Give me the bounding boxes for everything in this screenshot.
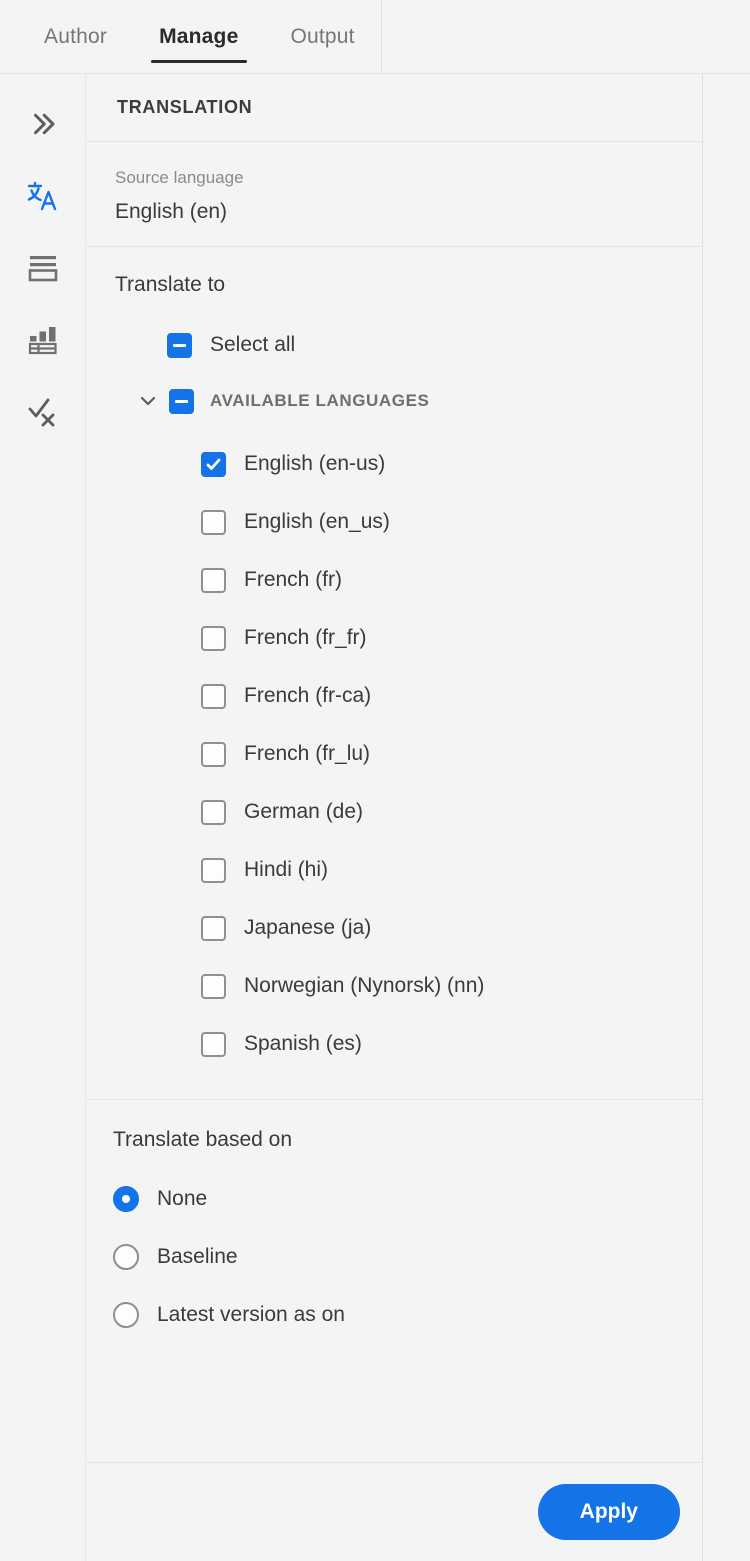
language-checkbox[interactable] [201,567,226,593]
available-languages-label: AVAILABLE LANGUAGES [210,391,430,410]
language-list: English (en-us) English (en_us) French (fr… [115,435,672,1073]
radio-label: None [157,1187,208,1210]
sidebar-item-conditions[interactable] [15,240,71,296]
tab-output[interactable]: Output [264,0,380,73]
check-x-icon [26,395,60,429]
language-label: English (en-us) [244,452,386,475]
language-label: Norwegian (Nynorsk) (nn) [244,974,485,997]
tab-manage-label: Manage [159,24,239,48]
translate-based-on-options: None Baseline Latest version as on [113,1170,672,1344]
language-checkbox[interactable] [201,973,226,999]
available-languages-checkbox[interactable] [169,388,194,414]
bar-chart-table-icon [26,323,60,357]
panel-header: TRANSLATION [87,74,702,142]
source-language-section: Source language English (en) [87,142,702,247]
sidebar-item-translation[interactable] [15,168,71,224]
language-label: French (fr) [244,568,343,591]
translate-based-on-label: Translate based on [113,1128,293,1151]
translate-to-label: Translate to [115,273,226,296]
panel-outside-area [704,74,750,1561]
tab-author-label: Author [44,24,108,48]
expand-panel-button[interactable] [15,96,71,152]
translate-based-on-option[interactable]: None [113,1170,672,1228]
left-rail [0,74,86,1561]
list-box-icon [26,251,60,285]
language-label: Japanese (ja) [244,916,372,939]
panel-footer: Apply [87,1463,702,1561]
radio-label: Baseline [157,1245,238,1268]
language-checkbox[interactable] [201,451,226,477]
select-all-checkbox[interactable] [167,332,192,358]
language-checkbox[interactable] [201,915,226,941]
chevron-down-icon[interactable] [135,388,161,414]
translate-to-section: Translate to Select all AVAILABLE LANGUA… [87,247,702,1100]
tab-author[interactable]: Author [0,0,133,73]
apply-button[interactable]: Apply [537,1484,680,1540]
language-row[interactable]: English (en-us) [115,435,672,493]
language-label: French (fr_lu) [244,742,371,765]
select-all-label: Select all [210,333,296,356]
language-row[interactable]: French (fr-ca) [115,667,672,725]
source-language-value: English (en) [115,200,228,223]
tab-bar-filler [382,0,750,73]
language-checkbox[interactable] [201,683,226,709]
radio-button[interactable] [113,1302,139,1328]
tab-group: Author Manage Output [0,0,382,73]
language-row[interactable]: French (fr) [115,551,672,609]
sidebar-item-review[interactable] [15,384,71,440]
source-language-label: Source language [115,168,244,187]
indeterminate-dash-icon [173,343,186,347]
language-label: French (fr_fr) [244,626,367,649]
language-checkbox[interactable] [201,799,226,825]
language-label: Spanish (es) [244,1032,362,1055]
language-row[interactable]: Hindi (hi) [115,841,672,899]
check-icon [206,458,221,470]
language-label: French (fr-ca) [244,684,372,707]
language-row[interactable]: French (fr_fr) [115,609,672,667]
language-checkbox[interactable] [201,625,226,651]
radio-button[interactable] [113,1244,139,1270]
indeterminate-dash-icon [175,399,188,403]
language-checkbox[interactable] [201,741,226,767]
translate-based-on-option[interactable]: Baseline [113,1228,672,1286]
chevron-double-right-icon [28,109,58,139]
language-checkbox[interactable] [201,857,226,883]
select-all-row[interactable]: Select all [115,325,672,365]
language-row[interactable]: English (en_us) [115,493,672,551]
tab-output-label: Output [290,24,355,48]
translate-icon [25,178,61,214]
tab-manage[interactable]: Manage [133,0,264,73]
translation-panel: TRANSLATION Source language English (en)… [87,74,703,1561]
language-row[interactable]: Japanese (ja) [115,899,672,957]
page-title: TRANSLATION [117,97,253,117]
sidebar-item-reports[interactable] [15,312,71,368]
radio-dot-icon [122,1195,130,1203]
language-row[interactable]: Spanish (es) [115,1015,672,1073]
translate-based-on-option[interactable]: Latest version as on [113,1286,672,1344]
available-languages-group-row[interactable]: AVAILABLE LANGUAGES [115,381,672,421]
top-tab-bar: Author Manage Output [0,0,750,74]
language-label: German (de) [244,800,364,823]
radio-button[interactable] [113,1186,139,1212]
language-label: Hindi (hi) [244,858,329,881]
language-row[interactable]: German (de) [115,783,672,841]
language-checkbox[interactable] [201,509,226,535]
language-row[interactable]: Norwegian (Nynorsk) (nn) [115,957,672,1015]
language-row[interactable]: French (fr_lu) [115,725,672,783]
radio-label: Latest version as on [157,1303,345,1326]
translate-based-on-section: Translate based on None Baseline Latest ve… [87,1100,702,1463]
language-checkbox[interactable] [201,1031,226,1057]
language-label: English (en_us) [244,510,390,533]
